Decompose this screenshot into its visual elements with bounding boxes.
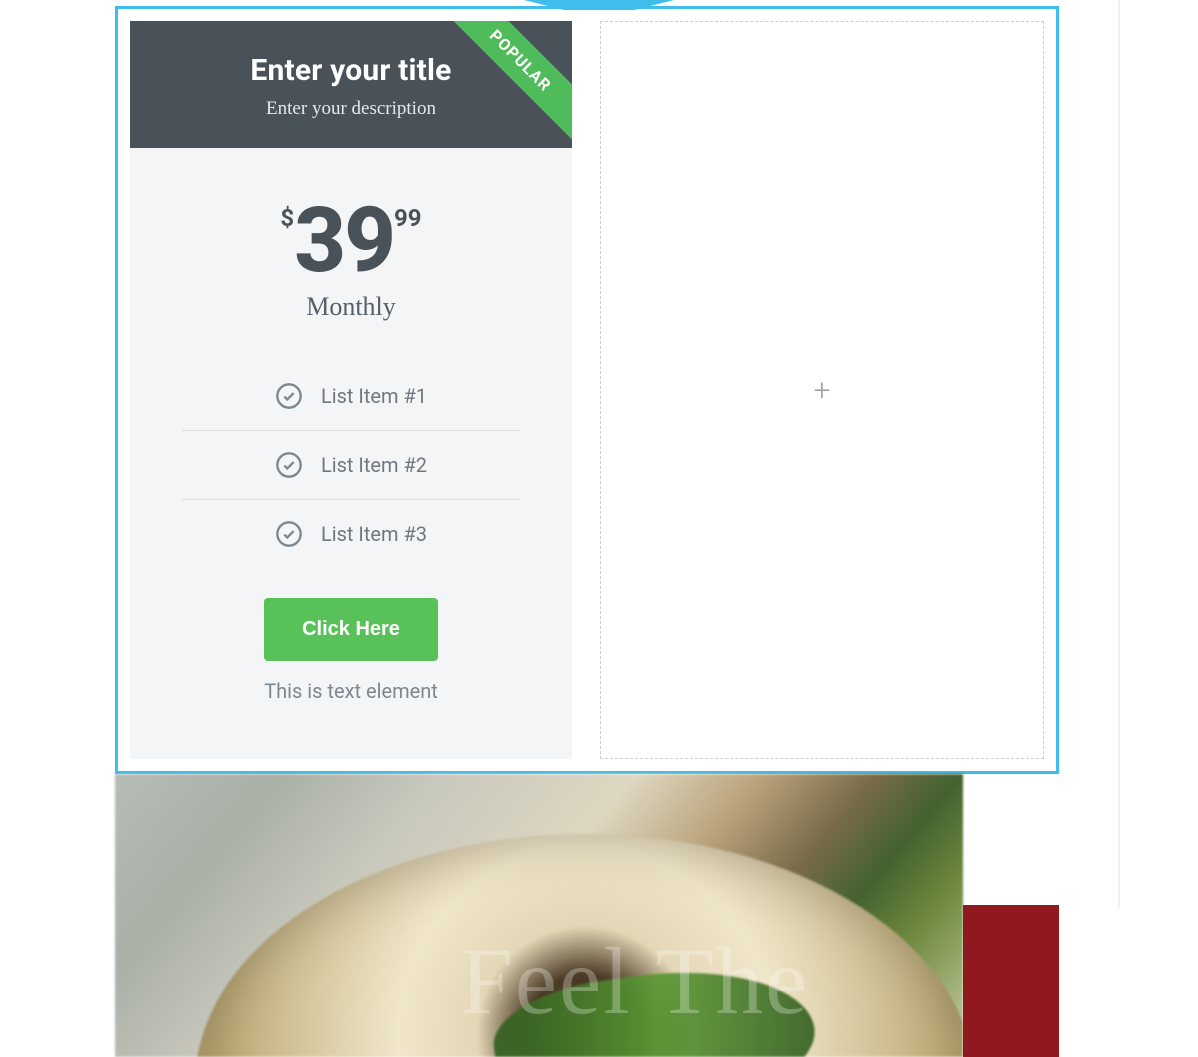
feature-list[interactable]: List Item #1 List Item #2 List Item #3	[130, 362, 572, 568]
check-circle-icon	[275, 451, 303, 479]
click-here-button[interactable]: Click Here	[264, 598, 438, 661]
feature-item: List Item #1	[182, 362, 520, 430]
feature-item: List Item #2	[182, 430, 520, 499]
editor-section[interactable]: POPULAR Enter your title Enter your desc…	[115, 6, 1059, 774]
check-circle-icon	[275, 520, 303, 548]
price-line: $ 39 99	[280, 196, 421, 286]
feature-label: List Item #2	[321, 453, 427, 477]
feature-label: List Item #3	[321, 522, 427, 546]
price-period: Monthly	[150, 292, 552, 322]
pricing-card-header: POPULAR Enter your title Enter your desc…	[130, 21, 572, 148]
empty-column-placeholder[interactable]: +	[600, 21, 1044, 759]
hero-headline[interactable]: Feel The	[460, 926, 809, 1036]
price-fraction: 99	[394, 206, 422, 230]
price-integer: 39	[294, 196, 394, 286]
price-block[interactable]: $ 39 99 Monthly	[130, 148, 572, 362]
currency-symbol: $	[280, 206, 294, 230]
plus-icon[interactable]: +	[814, 373, 831, 408]
pricing-description[interactable]: Enter your description	[150, 98, 552, 120]
page-right-edge	[1118, 0, 1120, 908]
pricing-card[interactable]: POPULAR Enter your title Enter your desc…	[130, 21, 572, 759]
cta-area: Click Here	[130, 568, 572, 679]
section-tab-handle[interactable]	[524, 0, 674, 10]
accent-red-block	[963, 905, 1059, 1057]
pricing-footer-text[interactable]: This is text element	[130, 679, 572, 729]
feature-item: List Item #3	[182, 499, 520, 568]
feature-label: List Item #1	[321, 384, 427, 408]
check-circle-icon	[275, 382, 303, 410]
